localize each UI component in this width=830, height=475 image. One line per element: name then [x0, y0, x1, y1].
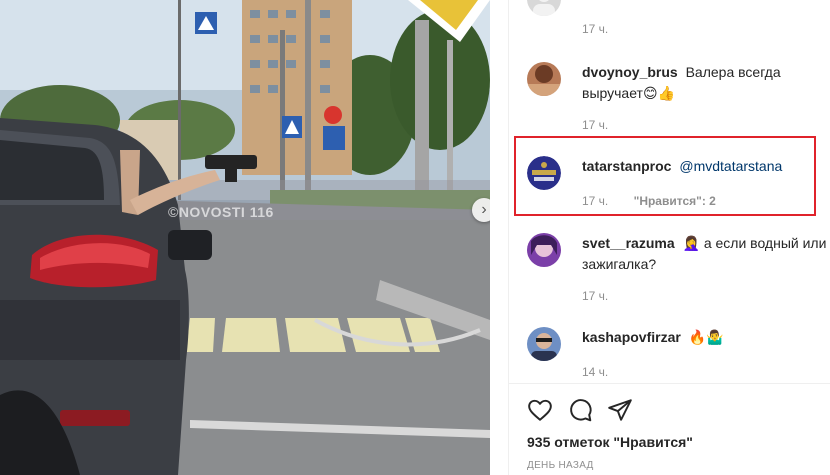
chevron-right-icon: ›	[481, 201, 487, 218]
comment-time[interactable]: 14 ч.	[582, 365, 608, 379]
comment-text: kashapovfirzar 🔥🤷‍♂	[582, 327, 827, 348]
comment-time[interactable]: 17 ч.	[582, 118, 608, 132]
layout-gutter	[490, 0, 508, 475]
comment-meta: 17 ч.	[582, 289, 608, 303]
highlight-box	[514, 136, 816, 216]
comments-panel: brezhnev_1985 👏👏👏 17 ч. dvoynoy_brus Вал…	[508, 0, 830, 475]
avatar[interactable]	[527, 327, 561, 361]
avatar[interactable]	[527, 0, 561, 16]
comment-time[interactable]: 17 ч.	[582, 22, 608, 36]
comment-time[interactable]: 17 ч.	[582, 289, 608, 303]
photo-watermark: ©NOVOSTI 116	[168, 204, 274, 220]
comment-username[interactable]: svet__razuma	[582, 235, 675, 251]
share-icon[interactable]	[607, 397, 633, 423]
post-date[interactable]: ДЕНЬ НАЗАД	[527, 460, 594, 471]
comment-icon[interactable]	[567, 397, 593, 423]
avatar[interactable]	[527, 62, 561, 96]
next-photo-button[interactable]: ›	[472, 198, 490, 222]
street-scene-image	[0, 0, 490, 475]
comment-body: 🔥🤷‍♂	[688, 329, 724, 345]
post-photo: ©NOVOSTI 116 ›	[0, 0, 490, 475]
comment-text: dvoynoy_brus Валера всегда выручает😊👍	[582, 62, 827, 104]
comment-username[interactable]: kashapovfirzar	[582, 329, 681, 345]
comment-meta: 14 ч.	[582, 365, 608, 379]
comment-meta: 17 ч.	[582, 22, 608, 36]
comment-meta: 17 ч.	[582, 118, 608, 132]
heart-icon[interactable]	[527, 397, 553, 423]
comment-text: brezhnev_1985 👏👏👏	[582, 0, 827, 3]
avatar[interactable]	[527, 233, 561, 267]
post-actions	[527, 397, 633, 423]
section-divider	[509, 383, 830, 384]
post-likes-count[interactable]: 935 отметок "Нравится"	[527, 434, 693, 450]
comment-username[interactable]: dvoynoy_brus	[582, 64, 678, 80]
comment-text: svet__razuma 🤦‍♀ а если водный или зажиг…	[582, 233, 827, 275]
